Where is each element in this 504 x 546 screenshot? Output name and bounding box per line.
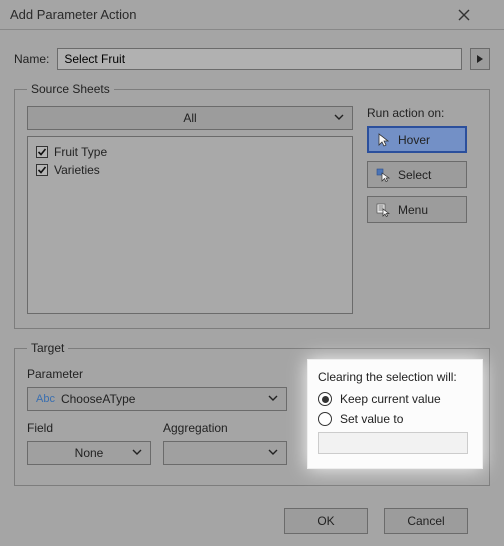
sheets-listbox[interactable]: Fruit Type Varieties (27, 136, 353, 314)
run-select-button[interactable]: Select (367, 161, 467, 188)
sheet-select-value: All (183, 111, 196, 125)
field-label: Field (27, 421, 151, 435)
sheet-select[interactable]: All (27, 106, 353, 130)
field-select[interactable]: None (27, 441, 151, 465)
close-icon (458, 9, 470, 21)
list-item[interactable]: Varieties (36, 161, 344, 179)
radio-keep-label: Keep current value (340, 392, 441, 406)
parameter-label: Parameter (27, 367, 295, 381)
cursor-icon (376, 133, 390, 147)
source-sheets-group: Source Sheets All Fruit Type (14, 82, 490, 329)
radio-set-label: Set value to (340, 412, 403, 426)
list-item[interactable]: Fruit Type (36, 143, 344, 161)
checkbox-icon[interactable] (36, 146, 48, 158)
set-value-input[interactable] (318, 432, 468, 454)
aggregation-select[interactable] (163, 441, 287, 465)
checkbox-icon[interactable] (36, 164, 48, 176)
dialog-title: Add Parameter Action (10, 7, 458, 22)
close-button[interactable] (458, 9, 494, 21)
radio-icon (318, 412, 332, 426)
list-item-label: Fruit Type (54, 145, 107, 159)
aggregation-label: Aggregation (163, 421, 287, 435)
radio-icon (318, 392, 332, 406)
run-menu-button[interactable]: Menu (367, 196, 467, 223)
run-action-label: Run action on: (367, 106, 477, 120)
radio-keep-current[interactable]: Keep current value (318, 392, 472, 406)
parameter-select[interactable]: Abc ChooseAType (27, 387, 287, 411)
run-menu-label: Menu (398, 203, 428, 217)
title-bar: Add Parameter Action (0, 0, 504, 30)
chevron-down-icon (132, 447, 142, 457)
select-cursor-icon (376, 168, 390, 182)
run-hover-label: Hover (398, 133, 430, 147)
target-legend: Target (27, 341, 68, 355)
run-hover-button[interactable]: Hover (367, 126, 467, 153)
clearing-label: Clearing the selection will: (318, 370, 472, 384)
run-select-label: Select (398, 168, 431, 182)
dialog-footer: OK Cancel (14, 498, 490, 534)
parameter-value: ChooseAType (61, 392, 136, 406)
list-item-label: Varieties (54, 163, 100, 177)
name-input[interactable] (57, 48, 462, 70)
dialog-content: Name: Source Sheets All (0, 30, 504, 546)
ok-button[interactable]: OK (284, 508, 368, 534)
field-value: None (75, 446, 104, 460)
cancel-button[interactable]: Cancel (384, 508, 468, 534)
name-row: Name: (14, 48, 490, 70)
name-label: Name: (14, 52, 49, 66)
name-menu-button[interactable] (470, 48, 490, 70)
abc-type-icon: Abc (36, 393, 55, 405)
chevron-down-icon (268, 447, 278, 457)
menu-cursor-icon (376, 203, 390, 217)
target-group: Target Parameter Abc ChooseAType Field N… (14, 341, 490, 486)
chevron-down-icon (334, 112, 344, 122)
chevron-down-icon (268, 393, 278, 403)
radio-set-value[interactable]: Set value to (318, 412, 472, 426)
source-sheets-legend: Source Sheets (27, 82, 114, 96)
triangle-right-icon (476, 54, 484, 64)
clearing-panel: Clearing the selection will: Keep curren… (307, 359, 483, 469)
